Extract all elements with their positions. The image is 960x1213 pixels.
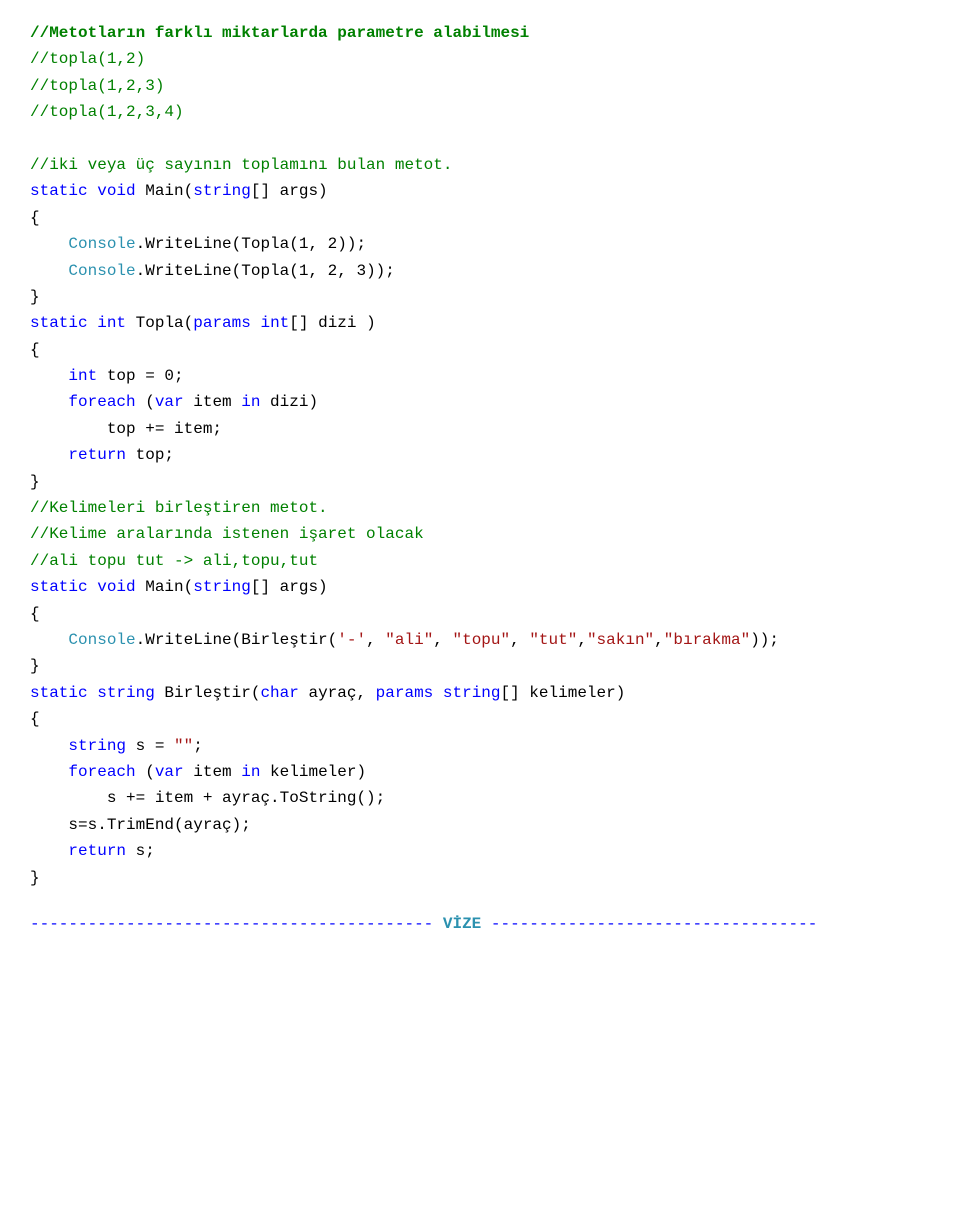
keyword: string [97,684,155,702]
keyword: var [155,763,184,781]
code: s = [126,737,174,755]
string-literal: "bırakma" [664,631,750,649]
indent [30,737,68,755]
code: , [366,631,385,649]
code: .WriteLine(Birleştir( [136,631,338,649]
code-block: //Metotların farklı miktarlarda parametr… [30,20,930,891]
code: top; [126,446,174,464]
indent [30,262,68,280]
keyword: foreach [68,393,135,411]
indent [30,446,68,464]
brace: } [30,657,40,675]
dashes-left: ----------------------------------------… [30,915,433,933]
string-literal: "topu" [453,631,511,649]
string-literal: "sakın" [587,631,654,649]
brace: { [30,605,40,623]
class-name: Console [68,631,135,649]
vize-label: VİZE [433,915,491,933]
comment: //topla(1,2) [30,50,145,68]
class-name: Console [68,235,135,253]
brace: } [30,473,40,491]
code: ( [136,763,155,781]
code: , [433,631,452,649]
indent [30,367,68,385]
code: [] kelimeler) [501,684,626,702]
string-literal: "tut" [529,631,577,649]
code: , [510,631,529,649]
code: s; [126,842,155,860]
code: Main( [136,182,194,200]
brace: { [30,341,40,359]
indent [30,631,68,649]
brace: { [30,710,40,728]
keyword: void [97,578,135,596]
brace: } [30,869,40,887]
vize-separator: ----------------------------------------… [30,911,930,937]
dashes-right: ---------------------------------- [491,915,817,933]
keyword: string [68,737,126,755]
class-name: Console [68,262,135,280]
keyword: static [30,314,88,332]
code: item [184,763,242,781]
keyword: int [260,314,289,332]
char-literal: '-' [337,631,366,649]
code: s=s.TrimEnd(ayraç); [30,816,251,834]
keyword: foreach [68,763,135,781]
code: ; [193,737,203,755]
indent [30,763,68,781]
string-literal: "" [174,737,193,755]
comment: //iki veya üç sayının toplamını bulan me… [30,156,452,174]
keyword: string [193,182,251,200]
code: [] args) [251,182,328,200]
keyword: return [68,446,126,464]
comment: //ali topu tut -> ali,topu,tut [30,552,318,570]
code: top += item; [30,420,222,438]
code: ayraç, [299,684,376,702]
keyword: return [68,842,126,860]
code: Birleştir( [155,684,261,702]
keyword: char [260,684,298,702]
keyword: params [376,684,434,702]
keyword: var [155,393,184,411]
code: dizi) [260,393,318,411]
comment: //Kelime aralarında istenen işaret olaca… [30,525,424,543]
comment: //Metotların farklı miktarlarda parametr… [30,24,529,42]
string-literal: "ali" [385,631,433,649]
code: ( [136,393,155,411]
keyword: int [97,314,126,332]
comment: //Kelimeleri birleştiren metot. [30,499,328,517]
keyword: in [241,763,260,781]
keyword: string [193,578,251,596]
code: , [654,631,664,649]
code: )); [750,631,779,649]
brace: } [30,288,40,306]
code: .WriteLine(Topla(1, 2, 3)); [136,262,395,280]
keyword: int [68,367,97,385]
code: Topla( [126,314,193,332]
code: [] args) [251,578,328,596]
keyword: string [443,684,501,702]
keyword: static [30,182,88,200]
code: , [577,631,587,649]
indent [30,393,68,411]
brace: { [30,209,40,227]
code: s += item + ayraç.ToString(); [30,789,385,807]
code: top = 0; [97,367,183,385]
keyword: static [30,578,88,596]
keyword: void [97,182,135,200]
indent [30,235,68,253]
code: Main( [136,578,194,596]
comment: //topla(1,2,3) [30,77,164,95]
keyword: in [241,393,260,411]
code: .WriteLine(Topla(1, 2)); [136,235,366,253]
code: kelimeler) [260,763,366,781]
keyword: static [30,684,88,702]
keyword: params [193,314,251,332]
comment: //topla(1,2,3,4) [30,103,184,121]
indent [30,842,68,860]
code: item [184,393,242,411]
code: [] dizi ) [289,314,375,332]
